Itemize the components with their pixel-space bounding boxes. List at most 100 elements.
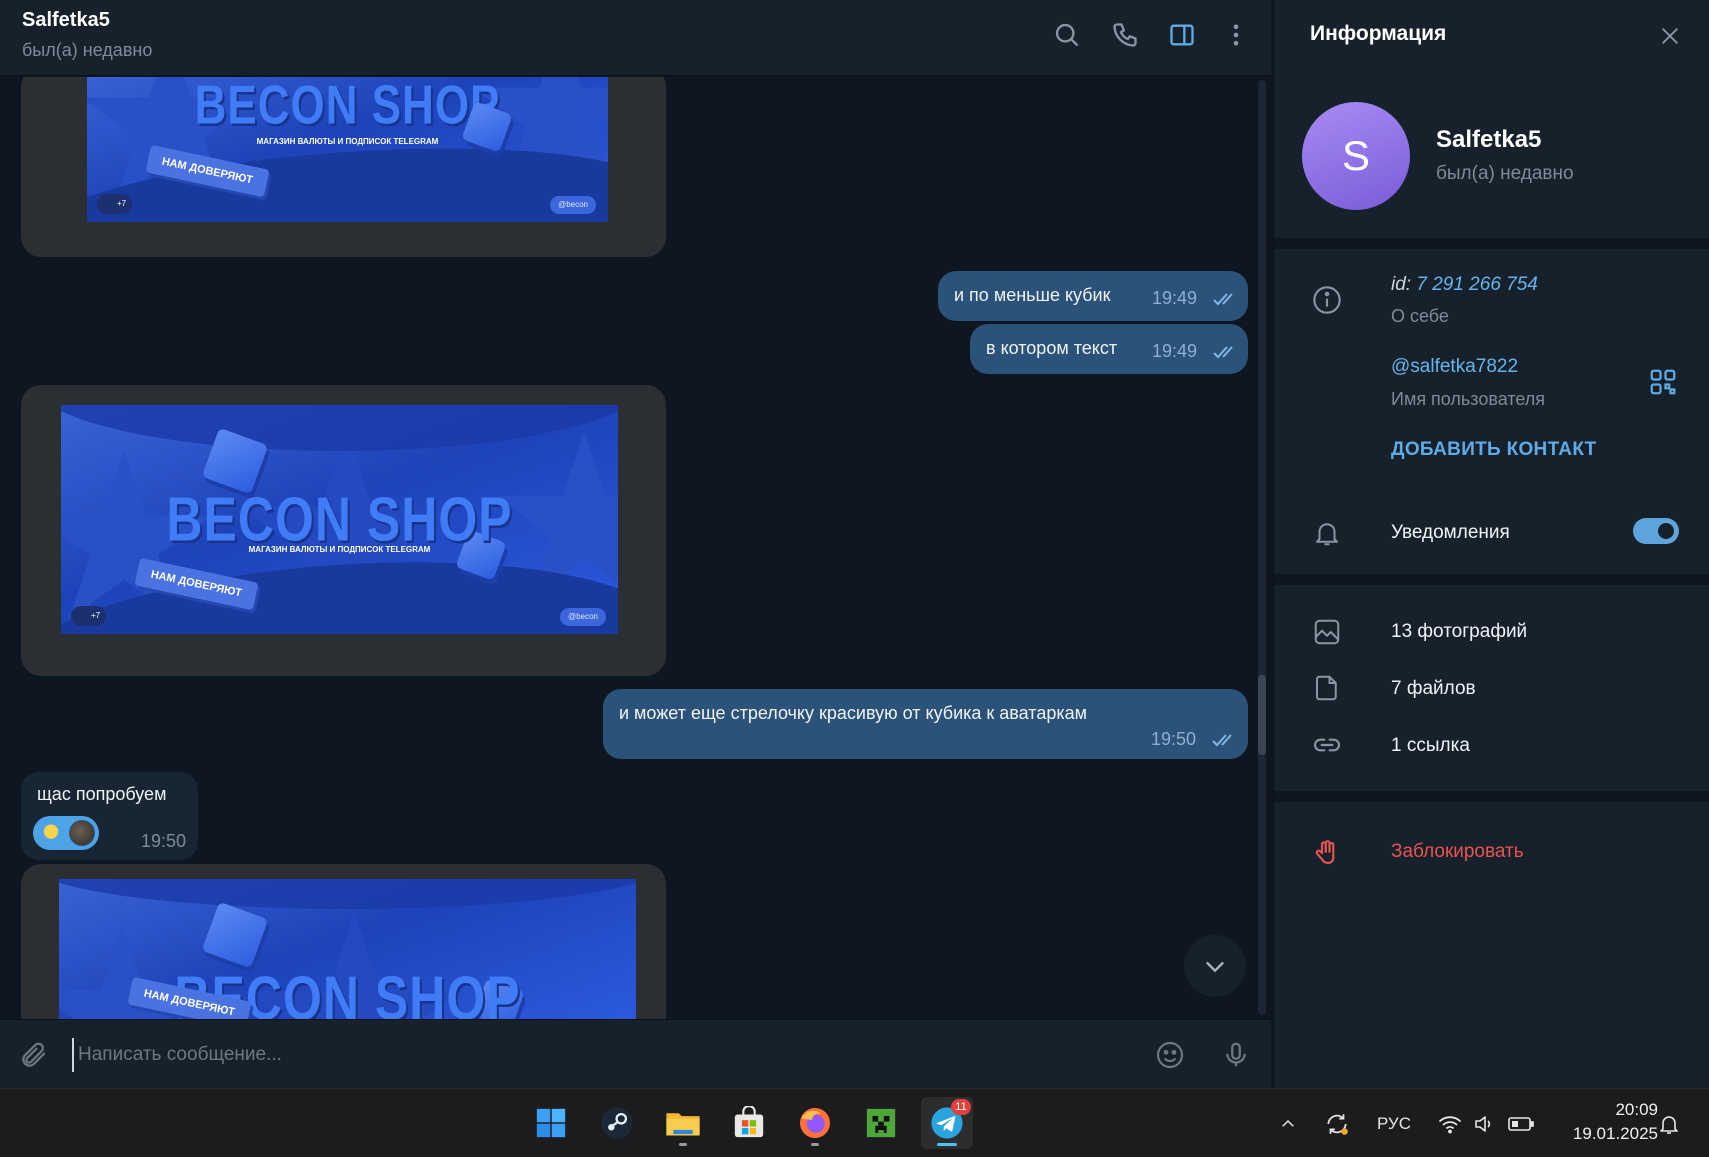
taskbar: 11 РУС 20:09 19.01.2025 bbox=[0, 1088, 1709, 1157]
links-link[interactable]: 1 ссылка bbox=[1391, 735, 1470, 757]
divider bbox=[1274, 238, 1709, 249]
info-title: Информация bbox=[1310, 22, 1447, 45]
reaction-chip[interactable] bbox=[33, 816, 99, 850]
scroll-down-button[interactable] bbox=[1184, 935, 1246, 997]
read-ticks-icon bbox=[1213, 293, 1233, 306]
add-contact-button[interactable]: ДОБАВИТЬ КОНТАКТ bbox=[1391, 439, 1597, 461]
profile-status: был(а) недавно bbox=[1436, 163, 1574, 184]
chat-pane: Salfetka5 был(а) недавно ★ ★ BECON SHOP … bbox=[0, 0, 1271, 1088]
qr-code-icon[interactable] bbox=[1648, 367, 1678, 397]
media-message[interactable]: ★ ★ ★ BECON SHOP МАГАЗИН ВАЛЮТЫ И ПОДПИС… bbox=[21, 385, 666, 676]
read-ticks-icon bbox=[1212, 734, 1232, 747]
microsoft-store-icon[interactable] bbox=[723, 1097, 775, 1149]
notification-bell-icon[interactable] bbox=[1654, 1109, 1684, 1139]
user-id-value: 7 291 266 754 bbox=[1416, 274, 1538, 295]
message-time: 19:50 bbox=[140, 831, 186, 851]
avatars-pill: +7 bbox=[97, 194, 133, 214]
scrollbar-thumb[interactable] bbox=[1258, 675, 1266, 755]
divider bbox=[1274, 574, 1709, 585]
banner-subtitle: МАГАЗИН ВАЛЮТЫ И ПОДПИСОК TELEGRAM bbox=[248, 545, 431, 554]
more-vertical-icon[interactable] bbox=[1219, 18, 1253, 52]
toggle-knob bbox=[1656, 521, 1676, 541]
banner-image[interactable]: ★ ★ BECON SHOP НАМ ДОВЕРЯЮТ bbox=[59, 879, 636, 1019]
block-button[interactable]: Заблокировать bbox=[1391, 841, 1524, 863]
avatars-pill: +7 bbox=[71, 606, 107, 626]
banner-logo: BECON SHOP bbox=[194, 77, 501, 136]
chat-header[interactable]: Salfetka5 был(а) недавно bbox=[0, 0, 1271, 76]
incoming-message[interactable]: щас попробуем 19:50 bbox=[21, 772, 198, 860]
windows-start-icon[interactable] bbox=[525, 1097, 577, 1149]
chevron-up-icon[interactable] bbox=[1275, 1109, 1301, 1139]
attach-icon[interactable] bbox=[16, 1037, 52, 1073]
notifications-label: Уведомления bbox=[1391, 522, 1510, 543]
message-list[interactable]: ★ ★ BECON SHOP МАГАЗИН ВАЛЮТЫ И ПОДПИСОК… bbox=[0, 77, 1271, 1019]
message-text: в котором текст bbox=[986, 338, 1118, 358]
message-text: щас попробуем bbox=[37, 784, 167, 804]
message-time: 19:50 bbox=[1151, 729, 1197, 749]
microphone-icon[interactable] bbox=[1218, 1037, 1254, 1073]
info-icon bbox=[1310, 283, 1344, 317]
search-icon[interactable] bbox=[1050, 18, 1084, 52]
reactor-avatar bbox=[69, 820, 95, 846]
message-text: и может еще стрелочку красивую от кубика… bbox=[619, 703, 1087, 723]
file-explorer-icon[interactable] bbox=[657, 1097, 709, 1149]
avatar[interactable]: S bbox=[1302, 102, 1410, 210]
chat-status: был(а) недавно bbox=[22, 40, 153, 60]
info-panel: Информация S Salfetka5 был(а) недавно id… bbox=[1273, 0, 1709, 1088]
banner-image[interactable]: ★ ★ BECON SHOP МАГАЗИН ВАЛЮТЫ И ПОДПИСОК… bbox=[87, 77, 608, 222]
media-message[interactable]: ★ ★ BECON SHOP МАГАЗИН ВАЛЮТЫ И ПОДПИСОК… bbox=[21, 77, 666, 257]
unread-badge: 11 bbox=[951, 1099, 971, 1115]
running-indicator bbox=[811, 1143, 819, 1146]
user-id[interactable]: id: 7 291 266 754 bbox=[1391, 274, 1538, 296]
profile-name: Salfetka5 bbox=[1436, 126, 1542, 153]
battery-icon[interactable] bbox=[1506, 1109, 1536, 1139]
minecraft-icon[interactable] bbox=[855, 1097, 907, 1149]
close-icon[interactable] bbox=[1654, 20, 1686, 52]
language-indicator[interactable]: РУС bbox=[1372, 1109, 1416, 1139]
bell-icon bbox=[1310, 516, 1344, 550]
banner-image[interactable]: ★ ★ ★ BECON SHOP МАГАЗИН ВАЛЮТЫ И ПОДПИС… bbox=[61, 405, 618, 634]
message-time: 19:49 bbox=[1152, 341, 1198, 361]
file-icon bbox=[1310, 671, 1344, 705]
outgoing-message[interactable]: и может еще стрелочку красивую от кубика… bbox=[603, 689, 1248, 759]
clock[interactable]: 20:09 19.01.2025 bbox=[1548, 1098, 1658, 1146]
photo-icon bbox=[1310, 615, 1344, 649]
handle-pill: @becon bbox=[560, 608, 606, 626]
banner-subtitle: МАГАЗИН ВАЛЮТЫ И ПОДПИСОК TELEGRAM bbox=[256, 137, 439, 146]
clock-time: 20:09 bbox=[1615, 1100, 1658, 1119]
photos-link[interactable]: 13 фотографий bbox=[1391, 621, 1527, 643]
files-link[interactable]: 7 файлов bbox=[1391, 678, 1476, 700]
message-input[interactable] bbox=[72, 1038, 1102, 1072]
scrollbar[interactable] bbox=[1258, 80, 1266, 1015]
about-label: О себе bbox=[1391, 306, 1449, 326]
firefox-icon[interactable] bbox=[789, 1097, 841, 1149]
outgoing-message[interactable]: и по меньше кубик 19:49 bbox=[938, 271, 1248, 321]
message-text: и по меньше кубик bbox=[954, 285, 1111, 305]
telegram-icon[interactable]: 11 bbox=[921, 1097, 973, 1149]
running-indicator bbox=[937, 1143, 957, 1146]
link-icon bbox=[1310, 728, 1344, 762]
sidebar-toggle-icon[interactable] bbox=[1165, 18, 1199, 52]
notifications-toggle[interactable] bbox=[1633, 518, 1679, 544]
steam-icon[interactable] bbox=[591, 1097, 643, 1149]
username-link[interactable]: @salfetka7822 bbox=[1391, 356, 1518, 378]
running-indicator bbox=[679, 1143, 687, 1146]
chat-title[interactable]: Salfetka5 bbox=[22, 9, 110, 32]
emoji-icon[interactable] bbox=[1152, 1037, 1188, 1073]
message-time: 19:49 bbox=[1152, 288, 1198, 308]
read-ticks-icon bbox=[1213, 346, 1233, 359]
phone-icon[interactable] bbox=[1108, 18, 1142, 52]
handle-pill: @becon bbox=[550, 196, 596, 214]
clock-date: 19.01.2025 bbox=[1572, 1124, 1658, 1143]
chevron-down-icon bbox=[1206, 961, 1224, 973]
sync-icon[interactable] bbox=[1320, 1109, 1354, 1139]
volume-icon[interactable] bbox=[1470, 1109, 1498, 1139]
outgoing-message[interactable]: в котором текст 19:49 bbox=[970, 324, 1248, 374]
wifi-icon[interactable] bbox=[1436, 1109, 1464, 1139]
media-message[interactable]: ★ ★ BECON SHOP НАМ ДОВЕРЯЮТ bbox=[21, 864, 666, 1019]
reaction-emoji-icon bbox=[41, 822, 61, 846]
block-hand-icon bbox=[1310, 836, 1344, 870]
username-label: Имя пользователя bbox=[1391, 389, 1546, 409]
divider bbox=[1274, 791, 1709, 802]
composer bbox=[0, 1019, 1271, 1088]
